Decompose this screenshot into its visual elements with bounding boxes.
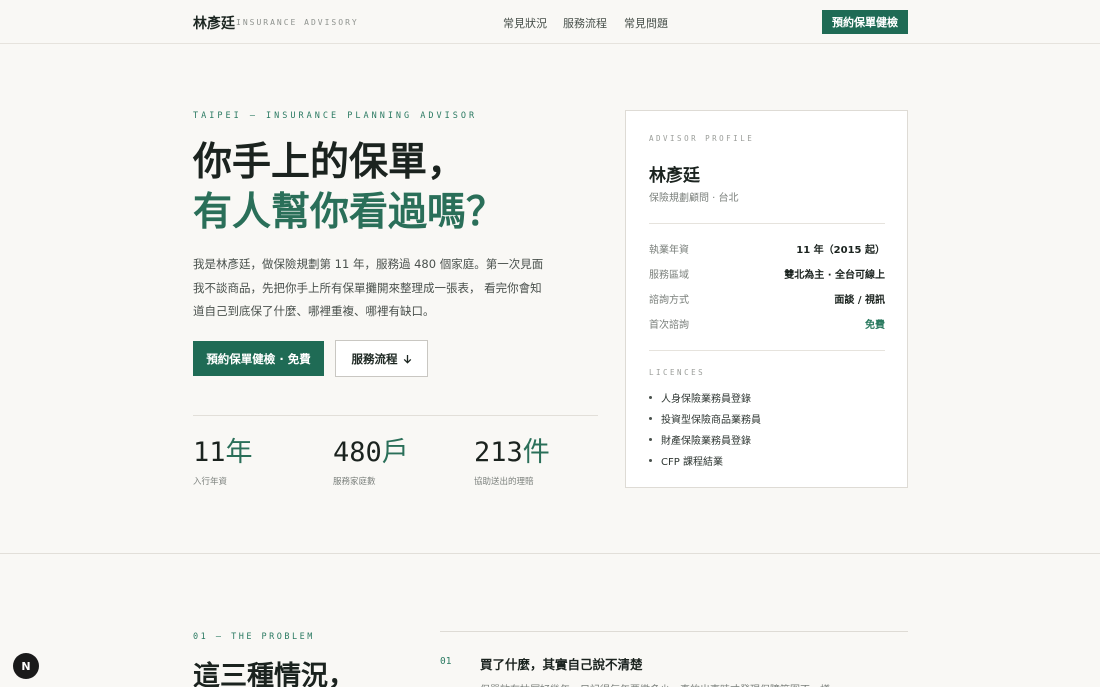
nav-link-service-process[interactable]: 服務流程 — [563, 15, 607, 31]
bullet-icon — [649, 417, 652, 420]
site-header: 林彥廷 INSURANCE ADVISORY 常見狀況 服務流程 常見問題 預約… — [0, 0, 1100, 44]
stat-families: 480戶 服務家庭數 — [333, 437, 409, 487]
hero-title-line2: 有人幫你看過嗎？ — [193, 190, 506, 235]
brand-subtitle: INSURANCE ADVISORY — [236, 18, 359, 27]
licence-item: 人身保險業務員登錄 — [649, 390, 751, 405]
stat-years: 11年 入行年資 — [193, 437, 253, 487]
hero-description: 我是林彥廷，做保險規劃第 11 年，服務過 480 個家庭。第一次見面我不談商品… — [193, 257, 544, 318]
service-process-label: 服務流程 — [351, 351, 398, 366]
problem-item-title: 買了什麼，其實自己說不清楚 — [480, 657, 643, 672]
hero-title: 你手上的保單， 有人幫你看過嗎？ — [193, 138, 505, 238]
licence-item: CFP 課程結業 — [649, 453, 723, 468]
bullet-icon — [649, 396, 652, 399]
problem-title: 這三種情況， — [193, 661, 355, 687]
stat-claims-value: 213件 — [474, 437, 550, 468]
licences-divider — [649, 350, 885, 351]
profile-name: 林彥廷 — [649, 166, 700, 186]
nav-link-faq[interactable]: 常見問題 — [624, 15, 668, 31]
profile-divider — [649, 223, 885, 224]
hero-divider — [193, 415, 598, 416]
problem-item-text: 保單放在抽屜好幾年，只記得每年要繳多少，真的出事時才發現保障範圍不一樣 — [480, 681, 860, 687]
stat-claims-label: 協助送出的理賠 — [474, 477, 534, 487]
hero-title-line1: 你手上的保單， — [193, 140, 467, 185]
brand-name[interactable]: 林彥廷 — [193, 13, 235, 33]
profile-eyebrow: ADVISOR PROFILE — [649, 134, 755, 143]
licence-item: 財產保險業務員登錄 — [649, 432, 751, 447]
stat-families-label: 服務家庭數 — [333, 477, 376, 487]
floating-n-badge[interactable]: N — [13, 653, 39, 679]
problem-divider — [440, 631, 908, 632]
info-row-method: 諮詢方式 面談 / 視訊 — [649, 295, 885, 306]
problem-eyebrow: 01 — THE PROBLEM — [193, 632, 315, 642]
book-free-checkup-button[interactable]: 預約保單健檢 · 免費 — [193, 341, 324, 376]
info-row-first-consult: 首次諮詢 免費 — [649, 320, 885, 331]
info-row-area: 服務區域 雙北為主 · 全台可線上 — [649, 270, 885, 281]
header-book-button[interactable]: 預約保單健檢 — [822, 10, 908, 34]
arrow-down-icon — [403, 354, 411, 364]
licence-item: 投資型保險商品業務員 — [649, 411, 761, 426]
hero-eyebrow: TAIPEI — INSURANCE PLANNING ADVISOR — [193, 111, 478, 121]
info-row-experience: 執業年資 11 年（2015 起） — [649, 245, 885, 256]
bullet-icon — [649, 438, 652, 441]
stat-claims: 213件 協助送出的理賠 — [474, 437, 550, 487]
licences-eyebrow: LICENCES — [649, 368, 706, 377]
bullet-icon — [649, 459, 652, 462]
nav-link-common-situations[interactable]: 常見狀況 — [503, 15, 547, 31]
profile-role: 保險規劃顧問 · 台北 — [649, 193, 739, 204]
service-process-button[interactable]: 服務流程 — [335, 340, 428, 377]
stat-years-label: 入行年資 — [193, 477, 228, 487]
problem-item-number: 01 — [440, 656, 452, 667]
stat-years-value: 11年 — [193, 437, 253, 468]
section-divider — [0, 553, 1100, 554]
stat-families-value: 480戶 — [333, 437, 409, 468]
advisor-profile-card: ADVISOR PROFILE 林彥廷 保險規劃顧問 · 台北 執業年資 11 … — [625, 110, 908, 488]
